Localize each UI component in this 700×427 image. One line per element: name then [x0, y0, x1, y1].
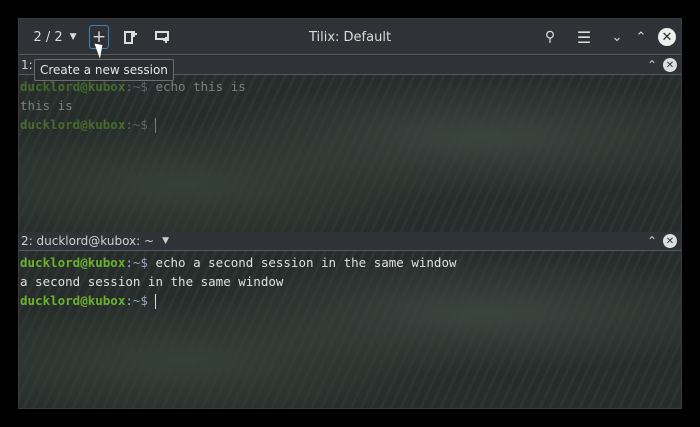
- search-icon: ⚲: [544, 29, 556, 45]
- chevron-down-icon[interactable]: ▼: [162, 236, 169, 246]
- terminal-output: a second session in the same window: [20, 274, 284, 289]
- chevron-up-icon: ⌃: [635, 29, 647, 45]
- terminal-line: ducklord@kubox:~$ echo a second session …: [20, 253, 680, 272]
- prompt-path: :~$: [125, 79, 156, 94]
- menu-button[interactable]: ☰: [575, 19, 593, 55]
- prompt-user: ducklord@kubox: [20, 293, 126, 308]
- pane-2-title: 2: ducklord@kubox: ~: [21, 234, 155, 248]
- terminal-line: ducklord@kubox:~$: [20, 291, 680, 310]
- search-button[interactable]: ⚲: [541, 19, 559, 55]
- prompt-user: ducklord@kubox: [20, 117, 126, 132]
- pane-1-title: 1:: [21, 58, 33, 72]
- text-cursor: [155, 294, 157, 309]
- close-pane-2-button[interactable]: ✕: [663, 234, 677, 248]
- hamburger-menu-icon: ☰: [576, 27, 592, 47]
- close-window-button[interactable]: ✕: [657, 19, 677, 55]
- maximize-pane-1-button[interactable]: ⌃: [647, 58, 657, 72]
- header-bar: 2 / 2 ▼ + Tilix: Default ⚲ ☰ ⌄ ⌃ ✕: [19, 19, 681, 55]
- terminal-pane-2[interactable]: ducklord@kubox:~$ echo a second session …: [19, 251, 681, 408]
- terminal-pane-1[interactable]: ducklord@kubox:~$ echo this is this is d…: [19, 75, 681, 232]
- terminal-output: this is: [20, 98, 73, 113]
- command-text: echo this is: [155, 79, 246, 94]
- close-pane-1-button[interactable]: ✕: [663, 58, 677, 72]
- new-session-tooltip: Create a new session: [34, 59, 174, 81]
- prompt-path: :~$: [125, 117, 156, 132]
- prompt-path: :~$: [125, 293, 156, 308]
- maximize-button[interactable]: ⌃: [633, 19, 649, 55]
- maximize-pane-2-button[interactable]: ⌃: [647, 234, 657, 248]
- text-cursor: [155, 118, 157, 133]
- prompt-user: ducklord@kubox: [20, 255, 126, 270]
- prompt-path: :~$: [125, 255, 156, 270]
- prompt-user: ducklord@kubox: [20, 79, 126, 94]
- pane-2-titlebar[interactable]: 2: ducklord@kubox: ~ ▼ ⌃ ✕: [19, 232, 681, 251]
- terminal-line: ducklord@kubox:~$: [20, 115, 680, 134]
- command-text: echo a second session in the same window: [155, 255, 457, 270]
- chevron-down-icon: ⌄: [611, 29, 623, 45]
- close-icon: ✕: [658, 28, 676, 46]
- minimize-button[interactable]: ⌄: [609, 19, 625, 55]
